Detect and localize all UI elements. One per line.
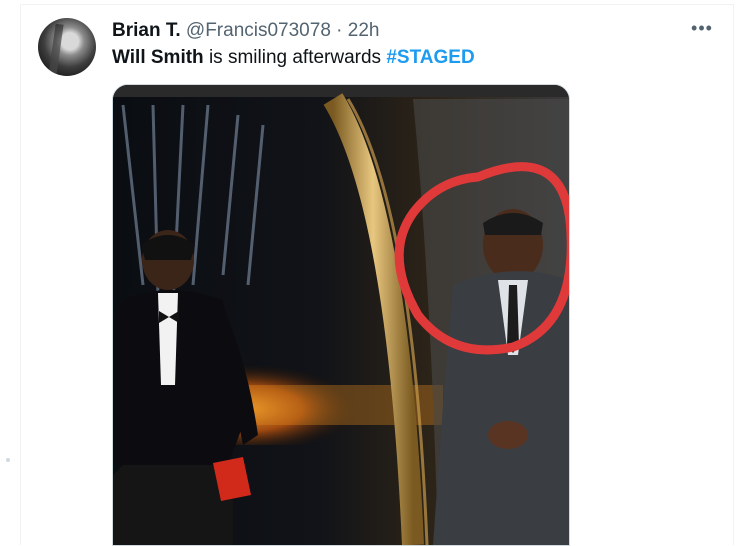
side-divider-dot [6, 458, 10, 462]
tweet-time[interactable]: 22h [348, 20, 380, 41]
tweet-header: Brian T. @Francis073078 · 22h [112, 20, 379, 42]
author-handle[interactable]: @Francis073078 [186, 20, 331, 41]
tweet-text-bold: Will Smith [112, 47, 204, 68]
hashtag-link[interactable]: #STAGED [386, 47, 474, 68]
separator-dot: · [336, 20, 343, 41]
avatar[interactable] [38, 18, 96, 76]
tweet-text-plain: is smiling afterwards [203, 47, 387, 68]
tweet-media-image[interactable] [112, 84, 570, 546]
tweet-text: Will Smith is smiling afterwards #STAGED [112, 47, 475, 69]
author-name[interactable]: Brian T. [112, 20, 181, 41]
photo-illustration [113, 85, 569, 545]
more-icon[interactable]: ••• [690, 18, 714, 42]
